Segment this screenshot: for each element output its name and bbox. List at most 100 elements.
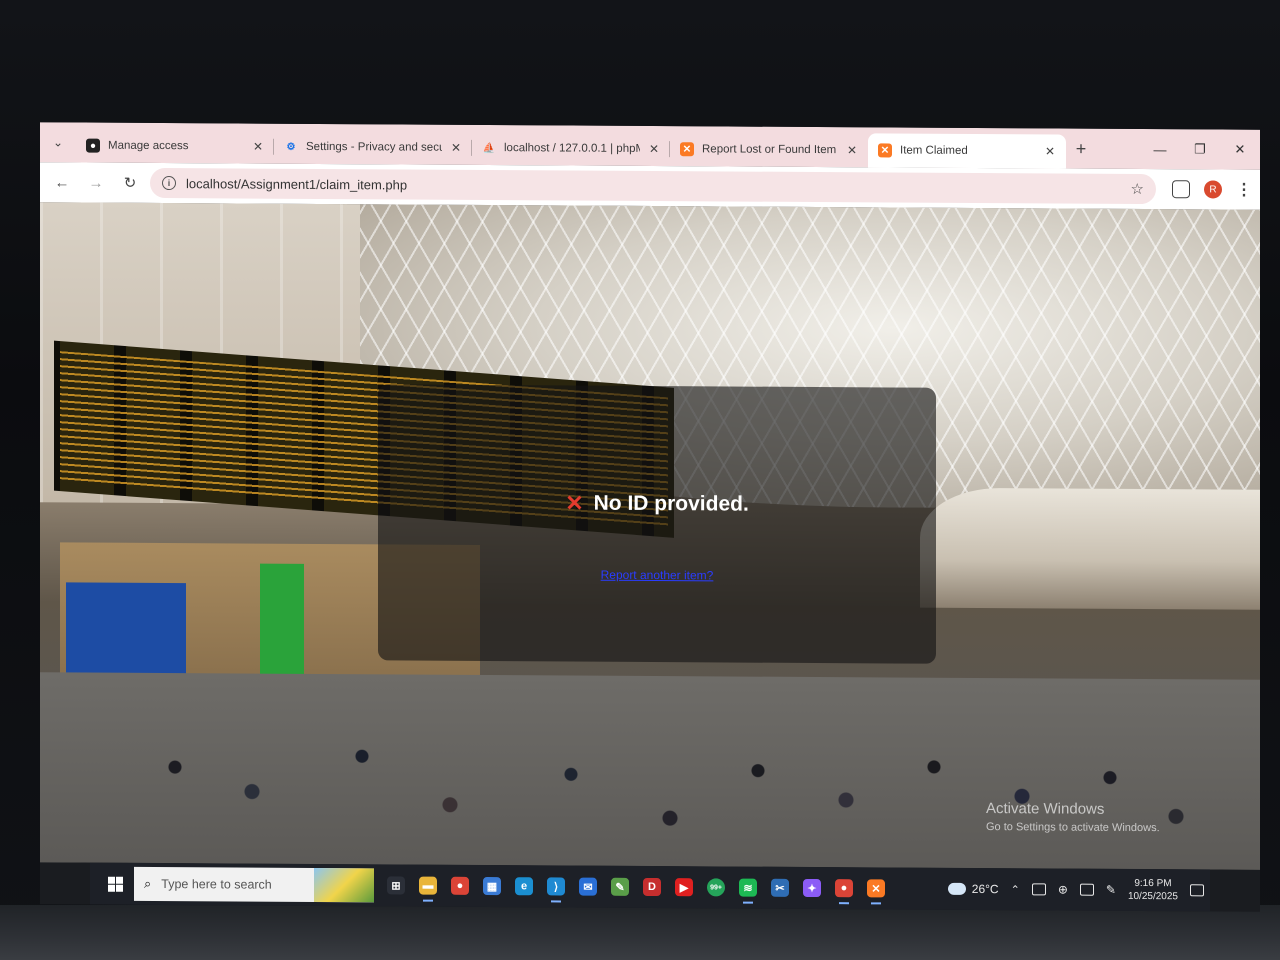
taskbar-app-copilot[interactable]: ✦ [798, 870, 826, 906]
snipping-tool-icon: ✂ [771, 878, 789, 897]
microsoft-store-icon: ▦ [483, 876, 501, 896]
close-icon[interactable]: ✕ [450, 141, 462, 155]
site-info-icon[interactable]: i [162, 176, 176, 191]
chevron-down-icon: ⌄ [52, 135, 64, 150]
report-another-item-link[interactable]: Report another item? [601, 568, 714, 583]
close-icon[interactable]: ✕ [252, 140, 264, 154]
taskbar-app-task-view[interactable]: ⊞ [382, 867, 410, 903]
tab-item-claimed[interactable]: ✕ Item Claimed ✕ [868, 133, 1066, 169]
tab-manage-access[interactable]: ● Manage access ✕ [76, 128, 274, 163]
url-text: localhost/Assignment1/claim_item.php [186, 175, 408, 193]
taskbar-app-chrome-running[interactable]: ● [830, 870, 858, 906]
globe-icon[interactable]: ⊕ [1058, 882, 1068, 896]
tab-label: Settings - Privacy and securi [306, 140, 442, 154]
vscode-icon: ⟩ [547, 877, 565, 896]
tab-report-lost-found[interactable]: ✕ Report Lost or Found Item ✕ [670, 132, 868, 167]
reload-icon: ↻ [123, 174, 137, 192]
taskbar-app-notepad[interactable]: ✎ [606, 869, 634, 905]
status-text: No ID provided. [593, 491, 749, 516]
search-icon: ⌕ [144, 875, 152, 891]
windows-logo-icon [107, 876, 123, 892]
extensions-icon[interactable] [1172, 180, 1190, 199]
close-icon[interactable]: ✕ [1044, 144, 1056, 158]
pen-icon[interactable]: ✎ [1106, 883, 1116, 897]
back-button[interactable]: ← [48, 168, 76, 196]
screen: ⌄ ● Manage access ✕ ⚙ Settings - Privacy… [40, 122, 1260, 912]
page-viewport: ✕ No ID provided. Report another item? A… [40, 202, 1260, 870]
bookmark-star-icon[interactable]: ☆ [1131, 180, 1144, 198]
tab-settings[interactable]: ⚙ Settings - Privacy and securi ✕ [274, 130, 472, 165]
xampp-icon: ✕ [878, 143, 892, 158]
search-highlight-image [314, 867, 374, 903]
taskbar-app-microsoft-store[interactable]: ▦ [478, 868, 506, 904]
phpmyadmin-icon: ⛵ [482, 142, 496, 154]
start-button[interactable] [96, 863, 134, 905]
forward-button[interactable]: → [82, 169, 110, 197]
watermark-title: Activate Windows [986, 800, 1105, 818]
tab-label: Manage access [108, 139, 189, 153]
laptop-base [0, 905, 1280, 960]
taskbar-app-youtube[interactable]: ▶ [670, 869, 698, 905]
taskbar-app-file-explorer[interactable]: ▬ [414, 868, 442, 904]
xampp-icon: ✕ [680, 142, 694, 157]
weather-cloud-icon [947, 882, 966, 895]
chevron-up-icon[interactable]: ⌃ [1011, 883, 1020, 896]
chrome-running-icon: ● [835, 879, 853, 898]
taskbar-app-spotify[interactable]: ≋ [734, 870, 762, 906]
spotify-icon: ≋ [739, 878, 757, 897]
status-message: ✕ No ID provided. [565, 490, 749, 516]
clock-date: 10/25/2025 [1127, 890, 1178, 903]
tab-label: localhost / 127.0.0.1 | phpM [504, 142, 640, 155]
edge-icon: e [515, 877, 533, 896]
reload-button[interactable]: ↻ [116, 169, 144, 197]
arrow-left-icon: ← [54, 173, 70, 191]
taskbar-apps: ⊞ ▬ ● ▦ e ⟩ ✉ ✎ D ▶ 99+ ≋ ✂ ✦ ● ✕ [382, 867, 890, 906]
address-bar[interactable]: i localhost/Assignment1/claim_item.php ☆ [150, 167, 1156, 205]
devcpp-icon: D [643, 877, 661, 897]
search-placeholder: Type here to search [161, 877, 272, 892]
close-icon[interactable]: ✕ [846, 143, 858, 157]
copilot-icon: ✦ [803, 878, 821, 898]
windows-taskbar: ⌕ Type here to search ⊞ ▬ ● ▦ e ⟩ ✉ ✎ D ▶ 99+ ≋ ✂ ✦ ● ✕… [90, 862, 1210, 912]
battery-icon[interactable] [1031, 883, 1046, 896]
taskbar-search-box[interactable]: ⌕ Type here to search [134, 866, 374, 903]
file-explorer-icon: ▬ [419, 876, 437, 895]
mail-icon: ✉ [579, 877, 597, 896]
taskbar-app-whatsapp[interactable]: 99+ [702, 869, 730, 905]
taskbar-app-devcpp[interactable]: D [638, 869, 666, 905]
github-icon: ● [86, 138, 100, 153]
watermark-subtitle: Go to Settings to activate Windows. [986, 821, 1160, 835]
close-window-button[interactable]: ✕ [1220, 129, 1260, 169]
cross-mark-icon: ✕ [565, 490, 584, 516]
taskbar-app-chrome[interactable]: ● [446, 868, 474, 904]
chrome-icon: ● [451, 876, 469, 895]
task-view-icon: ⊞ [387, 876, 405, 895]
new-tab-button[interactable]: + [1066, 138, 1096, 159]
minimize-button[interactable]: — [1140, 129, 1180, 169]
xampp-icon: ✕ [867, 879, 885, 898]
profile-avatar[interactable]: R [1204, 180, 1222, 199]
taskbar-app-snipping-tool[interactable]: ✂ [766, 870, 794, 906]
youtube-icon: ▶ [675, 878, 693, 897]
clock[interactable]: 9:16 PM 10/25/2025 [1128, 877, 1178, 903]
notepad-icon: ✎ [611, 877, 629, 896]
close-icon[interactable]: ✕ [648, 142, 660, 156]
taskbar-app-mail[interactable]: ✉ [574, 869, 602, 905]
notification-icon[interactable] [1190, 884, 1204, 897]
minimize-icon: — [1153, 141, 1167, 157]
tab-label: Report Lost or Found Item [702, 143, 837, 157]
tab-search-button[interactable]: ⌄ [40, 122, 76, 162]
clock-time: 9:16 PM [1134, 877, 1172, 890]
taskbar-app-xampp[interactable]: ✕ [862, 870, 890, 906]
arrow-right-icon: → [88, 174, 104, 192]
restore-icon: ❐ [1194, 141, 1206, 157]
tab-phpmyadmin[interactable]: ⛵ localhost / 127.0.0.1 | phpM ✕ [472, 131, 670, 166]
menu-kebab-icon[interactable]: ⋮ [1236, 180, 1252, 200]
network-icon[interactable] [1079, 883, 1094, 896]
weather-widget[interactable]: 26°C [947, 882, 999, 896]
restore-button[interactable]: ❐ [1180, 129, 1220, 169]
taskbar-app-vscode[interactable]: ⟩ [542, 868, 570, 904]
gear-icon: ⚙ [286, 141, 296, 153]
tab-label: Item Claimed [900, 144, 968, 157]
taskbar-app-edge[interactable]: e [510, 868, 538, 904]
